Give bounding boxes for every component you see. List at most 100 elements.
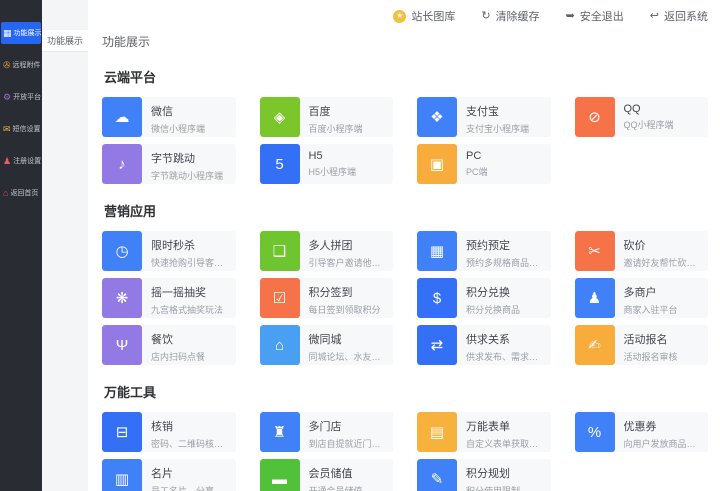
page-title: 功能展示: [102, 33, 708, 50]
card-subtitle: 每日签到领取积分: [309, 303, 381, 316]
card-title: 餐饮: [151, 331, 205, 347]
card-points-rules[interactable]: ✎ 积分规划 积分使用限制: [417, 459, 551, 491]
card-subtitle: 开通会员储值，可余额支付: [309, 484, 390, 491]
card-text: 会员储值 开通会员储值，可余额支付: [300, 459, 394, 491]
card-title: 限时秒杀: [151, 237, 232, 253]
card-text: 微同城 同城论坛、水友交流: [300, 325, 394, 365]
card-title: 核销: [151, 418, 232, 434]
card-event-signup[interactable]: ✍ 活动报名 活动报名审核: [575, 325, 709, 365]
sidebar-item-back-home[interactable]: ⌂ 返回首页: [1, 182, 41, 204]
card-text: 支付宝 支付宝小程序端: [457, 97, 533, 137]
card-member-stored-value[interactable]: ▬ 会员储值 开通会员储值，可余额支付: [260, 459, 394, 491]
redeem-orders-icon: ⊟: [102, 412, 142, 452]
wechat-icon: ☁: [102, 97, 142, 137]
card-text: 积分签到 每日签到领取积分: [300, 278, 385, 318]
mail-icon: ✉: [3, 125, 11, 134]
card-title: 支付宝: [466, 103, 529, 119]
sidebar-item-sms-settings[interactable]: ✉ 短信设置: [1, 118, 41, 140]
music-note-icon: ♪: [102, 144, 142, 184]
card-shake-lottery[interactable]: ❋ 摇一摇抽奖 九宫格式抽奖玩法: [102, 278, 236, 318]
sidebar-item-label: 短信设置: [13, 124, 41, 134]
card-subtitle: 百度小程序端: [309, 122, 363, 135]
card-text: H5 H5小程序端: [300, 144, 361, 184]
card-text: 核销 密码、二维码核销自提订单: [142, 412, 236, 452]
card-coupon[interactable]: % 优惠券 向用户发放商品优惠券: [575, 412, 709, 452]
card-alipay[interactable]: ❖ 支付宝 支付宝小程序端: [417, 97, 551, 137]
card-multi-merchant[interactable]: ♟ 多商户 商家入驻平台: [575, 278, 709, 318]
card-text: 多商户 商家入驻平台: [615, 278, 682, 318]
home-icon: ⌂: [3, 189, 8, 198]
top-link-label: 站长图库: [411, 8, 455, 24]
card-supply-demand[interactable]: ⇄ 供求关系 供求发布、需求匹配: [417, 325, 551, 365]
webmaster-gallery-link[interactable]: ★ 站长图库: [393, 8, 455, 24]
card-title: 活动报名: [624, 331, 678, 347]
card-redeem[interactable]: ⊟ 核销 密码、二维码核销自提订单: [102, 412, 236, 452]
card-text: 百度 百度小程序端: [300, 97, 367, 137]
card-title: 微信: [151, 103, 205, 119]
card-pc[interactable]: ▣ PC PC端: [417, 144, 551, 184]
card-universal-form[interactable]: ▤ 万能表单 自定义表单获取用户信息: [417, 412, 551, 452]
user-icon: ♟: [3, 157, 11, 166]
card-subtitle: 店内扫码点餐: [151, 350, 205, 363]
card-local-city[interactable]: ⌂ 微同城 同城论坛、水友交流: [260, 325, 394, 365]
sidebar-item-label: 注册设置: [13, 156, 41, 166]
card-subtitle: 员工名片，分享交流: [151, 484, 232, 491]
refresh-icon: ↻: [481, 11, 490, 22]
card-title: 会员储值: [309, 465, 390, 481]
card-title: 积分规划: [466, 465, 520, 481]
card-wechat[interactable]: ☁ 微信 微信小程序端: [102, 97, 236, 137]
card-points-checkin[interactable]: ☑ 积分签到 每日签到领取积分: [260, 278, 394, 318]
section-cloud-platform: 云端平台 ☁ 微信 微信小程序端 ◈ 百度: [102, 67, 708, 184]
card-flash-sale[interactable]: ◷ 限时秒杀 快速抢购引导客户更多消费: [102, 231, 236, 271]
card-title: 积分签到: [309, 284, 381, 300]
card-text: 限时秒杀 快速抢购引导客户更多消费: [142, 231, 236, 271]
card-qq[interactable]: ⊘ QQ QQ小程序端: [575, 97, 709, 137]
section-title-tools: 万能工具: [104, 382, 708, 401]
calendar-icon: ▦: [417, 231, 457, 271]
return-system-link[interactable]: ↩ 返回系统: [650, 8, 708, 24]
baidu-icon: ◈: [260, 97, 300, 137]
merchant-user-icon: ♟: [575, 278, 615, 318]
sidebar-item-label: 功能展示: [14, 28, 42, 38]
card-group-buy[interactable]: ❑ 多人拼团 引导客户邀请他人一起购买: [260, 231, 394, 271]
card-title: 多门店: [309, 418, 390, 434]
main-content: ★ 站长图库 ↻ 清除缓存 ➥ 安全退出 ↩ 返回系统 功能展示: [88, 0, 720, 491]
card-booking[interactable]: ▦ 预约预定 预约多规格商品、预约选座: [417, 231, 551, 271]
card-text: 多门店 到店自提就近门店选择: [300, 412, 394, 452]
card-text: 优惠券 向用户发放商品优惠券: [615, 412, 709, 452]
clear-cache-link[interactable]: ↻ 清除缓存: [481, 8, 539, 24]
safe-logout-link[interactable]: ➥ 安全退出: [566, 8, 624, 24]
card-business-card[interactable]: ▥ 名片 员工名片，分享交流: [102, 459, 236, 491]
app-window: ▦ 功能展示 ✇ 远程附件 ⚙ 开放平台 ✉ 短信设置 ♟ 注册设置: [0, 0, 720, 491]
secondary-sidebar: 功能展示: [42, 0, 88, 491]
card-bargain[interactable]: ✂ 砍价 邀请好友帮忙砍价，带动新客: [575, 231, 709, 271]
card-baidu[interactable]: ◈ 百度 百度小程序端: [260, 97, 394, 137]
card-multi-store[interactable]: ♜ 多门店 到店自提就近门店选择: [260, 412, 394, 452]
card-title: 积分兑换: [466, 284, 520, 300]
sidebar-item-remote-attachment[interactable]: ✇ 远程附件: [1, 54, 41, 76]
sidebar-item-features[interactable]: ▦ 功能展示: [1, 22, 41, 44]
card-dining[interactable]: Ψ 餐饮 店内扫码点餐: [102, 325, 236, 365]
card-h5[interactable]: 5 H5 H5小程序端: [260, 144, 394, 184]
sidebar-item-register-settings[interactable]: ♟ 注册设置: [1, 150, 41, 172]
swap-arrows-icon: ⇄: [417, 325, 457, 365]
subnav-tab-features[interactable]: 功能展示: [42, 30, 88, 52]
card-text: 餐饮 店内扫码点餐: [142, 325, 209, 365]
card-points-exchange[interactable]: $ 积分兑换 积分兑换商品: [417, 278, 551, 318]
card-subtitle: 供求发布、需求匹配: [466, 350, 547, 363]
card-subtitle: H5小程序端: [309, 165, 357, 178]
card-title: 名片: [151, 465, 232, 481]
price-tag-icon: ✂: [575, 231, 615, 271]
card-title: 万能表单: [466, 418, 547, 434]
card-bytedance[interactable]: ♪ 字节跳动 字节跳动小程序端: [102, 144, 236, 184]
avatar: ★: [393, 10, 406, 23]
qq-icon: ⊘: [575, 97, 615, 137]
sidebar-item-open-platform[interactable]: ⚙ 开放平台: [1, 86, 41, 108]
card-subtitle: 到店自提就近门店选择: [309, 437, 390, 450]
group-buy-icon: ❑: [260, 231, 300, 271]
lottery-wheel-icon: ❋: [102, 278, 142, 318]
card-subtitle: PC端: [466, 165, 488, 178]
card-text: 万能表单 自定义表单获取用户信息: [457, 412, 551, 452]
card-title: 多商户: [624, 284, 678, 300]
card-text: 活动报名 活动报名审核: [615, 325, 682, 365]
